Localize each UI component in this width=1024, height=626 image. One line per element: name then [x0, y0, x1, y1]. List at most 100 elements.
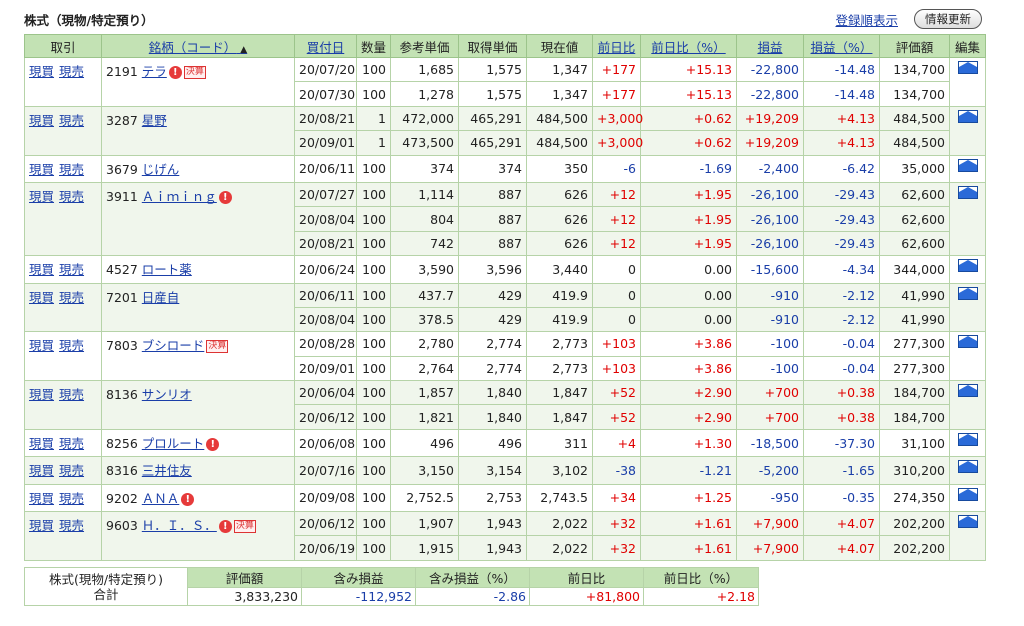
mail-icon[interactable]	[957, 335, 978, 349]
mail-icon[interactable]	[957, 185, 978, 199]
purchase-date: 20/06/11	[294, 154, 357, 183]
profit-loss: -2,400	[736, 154, 804, 183]
day-change-pct: +15.13	[640, 81, 737, 107]
table-row: 現買 現売 8256 プロルート! 20/06/08 100 496 496 311 +4 +1.…	[24, 428, 986, 458]
sell-link[interactable]: 現売	[59, 387, 84, 402]
stock-code: 3679	[106, 161, 138, 177]
stock-name-link[interactable]: ロート薬	[142, 262, 192, 277]
col-name-sort[interactable]: 銘柄（コード） ▲	[101, 34, 295, 58]
sell-link[interactable]: 現売	[59, 518, 84, 533]
mail-icon[interactable]	[957, 259, 978, 273]
sell-link[interactable]: 現売	[59, 64, 84, 79]
registration-order-link[interactable]: 登録順表示	[835, 10, 898, 29]
current-price: 1,847	[526, 380, 593, 406]
stock-name-link[interactable]: サンリオ	[142, 387, 192, 402]
mail-icon[interactable]	[957, 487, 978, 501]
alert-icon[interactable]: !	[168, 66, 182, 79]
mail-icon[interactable]	[957, 61, 978, 74]
valuation: 134,700	[879, 81, 950, 107]
stock-name-cell: 8316 三井住友	[101, 456, 295, 485]
reference-price: 1,685	[390, 56, 459, 83]
stock-name-link[interactable]: Ｈ．Ｉ．Ｓ．	[142, 518, 217, 533]
sell-link[interactable]: 現売	[59, 436, 84, 451]
alert-icon[interactable]: !	[181, 492, 195, 506]
mail-icon[interactable]	[957, 515, 978, 529]
alert-icon[interactable]: !	[218, 190, 232, 204]
buy-link[interactable]: 現買	[29, 491, 54, 506]
earnings-badge[interactable]: 決算	[183, 66, 206, 79]
profit-loss: -18,500	[736, 428, 804, 458]
stock-name-cell: 3679 じげん	[101, 154, 295, 183]
col-date-sort[interactable]: 買付日	[294, 34, 357, 58]
sort-asc-icon: ▲	[240, 44, 248, 55]
day-change: +34	[592, 483, 641, 513]
quantity: 100	[356, 306, 391, 333]
buy-link[interactable]: 現買	[29, 64, 54, 79]
mail-icon[interactable]	[957, 384, 978, 398]
stock-code: 2191	[106, 64, 138, 79]
sell-link[interactable]: 現売	[59, 262, 84, 277]
col-pl-pct-sort[interactable]: 損益（%）	[803, 34, 880, 58]
stock-name-link[interactable]: じげん	[142, 162, 180, 177]
refresh-info-button[interactable]: 情報更新	[914, 9, 982, 29]
mail-icon[interactable]	[957, 432, 978, 446]
col-name-label[interactable]: 銘柄（コード）	[149, 40, 237, 55]
profit-loss: -26,100	[736, 206, 804, 232]
col-day-change-sort[interactable]: 前日比	[592, 34, 641, 58]
purchase-date: 20/08/04	[294, 306, 357, 333]
earnings-badge[interactable]: 決算	[233, 520, 256, 534]
buy-link[interactable]: 現買	[29, 338, 54, 353]
col-day-change-pct-sort[interactable]: 前日比（%）	[640, 34, 737, 58]
buy-link[interactable]: 現買	[29, 518, 54, 533]
buy-link[interactable]: 現買	[29, 463, 54, 478]
buy-link[interactable]: 現買	[29, 262, 54, 277]
valuation: 277,300	[879, 355, 950, 382]
day-change: 0	[592, 306, 641, 333]
stock-name-link[interactable]: 三井住友	[142, 463, 192, 478]
buy-link[interactable]: 現買	[29, 113, 54, 128]
buy-link[interactable]: 現買	[29, 387, 54, 402]
alert-icon[interactable]: !	[218, 520, 232, 534]
purchase-date: 20/08/21	[294, 105, 357, 132]
profit-loss-pct: -2.12	[803, 306, 880, 333]
sell-link[interactable]: 現売	[59, 162, 84, 177]
sell-link[interactable]: 現売	[59, 189, 84, 204]
buy-link[interactable]: 現買	[29, 162, 54, 177]
stock-name-link[interactable]: テラ	[142, 64, 167, 79]
day-change: +177	[592, 56, 641, 83]
valuation: 484,500	[879, 105, 950, 132]
valuation: 184,700	[879, 404, 950, 430]
stock-name-link[interactable]: ブシロード	[142, 338, 205, 353]
reference-price: 1,857	[390, 380, 459, 406]
stock-name-link[interactable]: ＡＮＡ	[142, 491, 180, 506]
stock-name-link[interactable]: 星野	[142, 113, 167, 128]
profit-loss-pct: +0.38	[803, 404, 880, 430]
stock-name-link[interactable]: Ａｉｍｉｎｇ	[142, 189, 217, 204]
mail-icon[interactable]	[957, 109, 978, 123]
day-change-pct: +15.13	[640, 56, 737, 83]
stock-name-link[interactable]: 日産自	[142, 290, 180, 305]
sell-link[interactable]: 現売	[59, 491, 84, 506]
buy-link[interactable]: 現買	[29, 290, 54, 305]
sell-link[interactable]: 現売	[59, 463, 84, 478]
summary-label-line2: 合計	[93, 586, 119, 602]
earnings-badge[interactable]: 決算	[206, 340, 229, 354]
stock-name-link[interactable]: プロルート	[142, 436, 205, 451]
buy-link[interactable]: 現買	[29, 189, 54, 204]
alert-icon[interactable]: !	[206, 437, 220, 451]
buy-link[interactable]: 現買	[29, 436, 54, 451]
profit-loss-pct: +4.07	[803, 511, 880, 537]
sell-link[interactable]: 現売	[59, 290, 84, 305]
stock-name-cell: 7201 日産自	[101, 282, 295, 333]
mail-icon[interactable]	[957, 158, 978, 172]
stock-code: 9202	[106, 490, 138, 506]
purchase-date: 20/08/28	[294, 331, 357, 357]
mail-icon[interactable]	[957, 460, 978, 474]
sell-link[interactable]: 現売	[59, 338, 84, 353]
cost-price: 1,575	[458, 81, 527, 107]
reference-price: 804	[390, 206, 459, 232]
col-pl-sort[interactable]: 損益	[736, 34, 804, 58]
sell-link[interactable]: 現売	[59, 113, 84, 128]
mail-icon[interactable]	[957, 286, 978, 300]
edit-cell	[949, 428, 986, 458]
